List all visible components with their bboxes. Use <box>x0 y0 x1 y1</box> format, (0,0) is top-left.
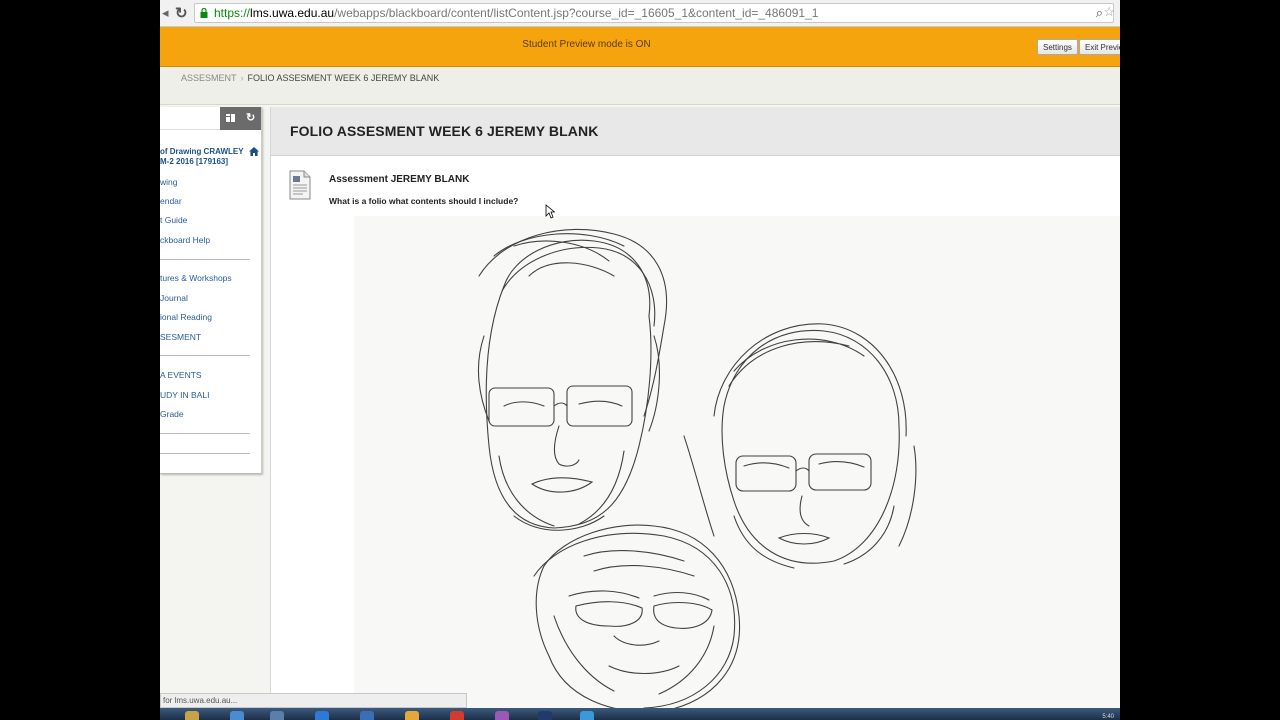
folder-view-icon[interactable] <box>226 113 236 123</box>
course-title-line2: M-2 2016 [179163] <box>160 157 229 166</box>
menu-item-journal[interactable]: Journal <box>160 293 188 303</box>
menu-item-blackboard-help[interactable]: ckboard Help <box>160 235 210 245</box>
zoom-icon[interactable]: ⌕ <box>1096 5 1103 21</box>
ie-taskbar-icon[interactable] <box>230 711 244 720</box>
refresh-icon[interactable]: ↻ <box>246 111 255 124</box>
menu-divider <box>160 433 250 434</box>
menu-divider <box>160 355 250 356</box>
windows-taskbar: 5:40 <box>160 708 1120 720</box>
course-title-line1: of Drawing CRAWLEY <box>160 147 244 156</box>
browser-toolbar: ◂ ↻ https://lms.uwa.edu.au/webapps/black… <box>160 0 1120 27</box>
breadcrumb-parent-link[interactable]: ASSESMENT <box>181 73 237 83</box>
course-menu-header: ↻ <box>160 107 261 130</box>
menu-item-calendar[interactable]: endar <box>160 196 182 206</box>
menu-item-grade[interactable]: Grade <box>160 409 184 419</box>
menu-item-drawing[interactable]: wing <box>160 177 177 187</box>
breadcrumb: ASSESMENT › FOLIO ASSESMENT WEEK 6 JEREMY … <box>181 73 439 83</box>
content-panel: FOLIO ASSESMENT WEEK 6 JEREMY BLANK Asse… <box>270 107 1120 720</box>
folder-taskbar-icon[interactable] <box>405 711 419 720</box>
breadcrumb-bar: ASSESMENT › FOLIO ASSESMENT WEEK 6 JEREMY … <box>160 67 1120 105</box>
breadcrumb-separator: › <box>240 73 244 83</box>
lock-icon <box>200 8 208 18</box>
exit-preview-button[interactable]: Exit Preview <box>1079 39 1120 55</box>
menu-item-unit-guide[interactable]: t Guide <box>160 215 187 225</box>
url-text: https://lms.uwa.edu.au/webapps/blackboar… <box>214 6 818 20</box>
menu-divider <box>160 453 250 454</box>
url-path: /webapps/blackboard/content/listContent.… <box>334 6 819 20</box>
app-taskbar-icon[interactable] <box>360 711 374 720</box>
course-title-link[interactable]: of Drawing CRAWLEY M-2 2016 [179163] <box>160 147 248 167</box>
document-icon <box>289 170 311 200</box>
menu-item-lectures-workshops[interactable]: tures & Workshops <box>160 273 232 283</box>
app-taskbar-icon[interactable] <box>315 711 329 720</box>
course-menu: ↻ of Drawing CRAWLEY M-2 2016 [179163] w… <box>160 107 262 474</box>
menu-item-additional-reading[interactable]: ional Reading <box>160 312 212 322</box>
browser-screen: ◂ ↻ https://lms.uwa.edu.au/webapps/black… <box>160 0 1120 720</box>
preview-mode-message: Student Preview mode is ON <box>522 39 651 50</box>
menu-item-assesment[interactable]: SESMENT <box>160 332 201 342</box>
course-menu-tools: ↻ <box>220 107 261 130</box>
address-bar[interactable]: https://lms.uwa.edu.au/webapps/blackboar… <box>194 3 1115 23</box>
url-host: lms.uwa.edu.au <box>250 6 335 20</box>
page-title: FOLIO ASSESMENT WEEK 6 JEREMY BLANK <box>290 123 599 139</box>
menu-divider <box>160 259 250 260</box>
content-item-description: What is a folio what contents should I i… <box>329 196 519 206</box>
home-icon[interactable] <box>249 147 259 156</box>
menu-item-study-in-bali[interactable]: UDY IN BALI <box>160 390 209 400</box>
breadcrumb-current: FOLIO ASSESMENT WEEK 6 JEREMY BLANK <box>247 73 440 83</box>
back-arrow-icon[interactable]: ◂ <box>162 5 169 21</box>
taskbar-clock: 5:40 <box>1102 714 1114 720</box>
explorer-taskbar-icon[interactable] <box>185 711 199 720</box>
content-item-title[interactable]: Assessment JEREMY BLANK <box>329 174 469 185</box>
sketch-portraits-image <box>354 216 1120 720</box>
bookmark-star-icon[interactable]: ☆ <box>1103 4 1115 20</box>
preview-settings-button[interactable]: Settings <box>1037 39 1078 55</box>
reload-icon[interactable]: ↻ <box>175 4 188 22</box>
mouse-cursor-icon <box>545 204 555 219</box>
url-scheme: https:// <box>214 6 251 20</box>
app-taskbar-icon[interactable] <box>580 711 594 720</box>
chrome-taskbar-icon[interactable] <box>450 711 464 720</box>
app-taskbar-icon[interactable] <box>538 711 552 720</box>
menu-item-events[interactable]: A EVENTS <box>160 370 202 380</box>
app-taskbar-icon[interactable] <box>495 711 509 720</box>
page-header: FOLIO ASSESMENT WEEK 6 JEREMY BLANK <box>271 107 1120 156</box>
app-taskbar-icon[interactable] <box>270 711 284 720</box>
browser-status-bubble: for lms.uwa.edu.au... <box>160 693 467 708</box>
student-preview-banner: Student Preview mode is ON Settings Exit… <box>160 27 1120 67</box>
